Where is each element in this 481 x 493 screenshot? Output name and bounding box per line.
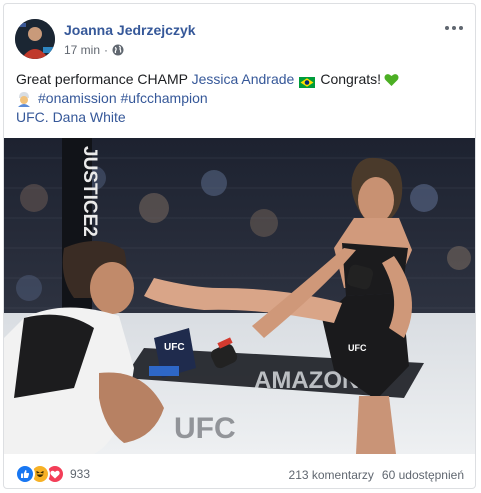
engagement-stats: 213 komentarzy 60 udostępnień xyxy=(289,468,464,482)
comments-count[interactable]: 213 komentarzy xyxy=(289,468,374,482)
pillar-text: JUSTICE2 xyxy=(79,146,100,237)
post-text-line-2: #onamission #ufcchampion xyxy=(16,89,466,108)
post-card: Joanna Jedrzejczyk 17 min · Great perfor… xyxy=(3,3,476,489)
like-icon xyxy=(15,464,35,484)
tag-ufc[interactable]: UFC. xyxy=(16,108,49,127)
author-name[interactable]: Joanna Jedrzejczyk xyxy=(64,22,196,38)
more-dot xyxy=(459,26,463,30)
reactions-summary[interactable]: 933 xyxy=(15,464,90,484)
brazil-flag-icon xyxy=(299,74,316,88)
mat-ufc-logo: UFC xyxy=(174,412,236,445)
post-time[interactable]: 17 min xyxy=(64,43,100,57)
more-dot xyxy=(445,26,449,30)
text-congrats: Congrats! xyxy=(320,71,382,87)
meta-separator: · xyxy=(104,43,109,57)
text-prefix: Great performance CHAMP xyxy=(16,71,192,87)
more-options-icon[interactable] xyxy=(442,20,466,36)
avatar[interactable] xyxy=(15,19,55,59)
glove-logo: UFC xyxy=(164,342,185,353)
hashtag-onamission[interactable]: #onamission xyxy=(38,89,117,108)
reaction-count[interactable]: 933 xyxy=(70,467,90,481)
post-footer: 933 213 komentarzy 60 udostępnień xyxy=(4,458,475,488)
tag-jessica-andrade[interactable]: Jessica Andrade xyxy=(192,70,295,89)
post-header: Joanna Jedrzejczyk 17 min · xyxy=(4,4,475,66)
more-dot xyxy=(452,26,456,30)
post-text-line-1: Great performance CHAMP Jessica Andrade … xyxy=(16,70,466,89)
tag-dana-white[interactable]: Dana White xyxy=(53,108,126,127)
post-text-line-3: UFC. Dana White xyxy=(16,108,466,127)
shares-count[interactable]: 60 udostępnień xyxy=(382,468,464,482)
shorts-logo: UFC xyxy=(348,343,367,353)
post-text: Great performance CHAMP Jessica Andrade … xyxy=(16,70,466,127)
globe-icon[interactable] xyxy=(112,44,124,56)
woman-in-turban-emoji xyxy=(16,91,32,107)
green-heart-icon xyxy=(384,73,399,87)
post-meta: 17 min · xyxy=(64,43,124,57)
post-photo[interactable]: AMAZON UFC JUSTICE2 UFC UFC xyxy=(4,138,475,454)
hashtag-ufcchampion[interactable]: #ufcchampion xyxy=(121,89,208,108)
